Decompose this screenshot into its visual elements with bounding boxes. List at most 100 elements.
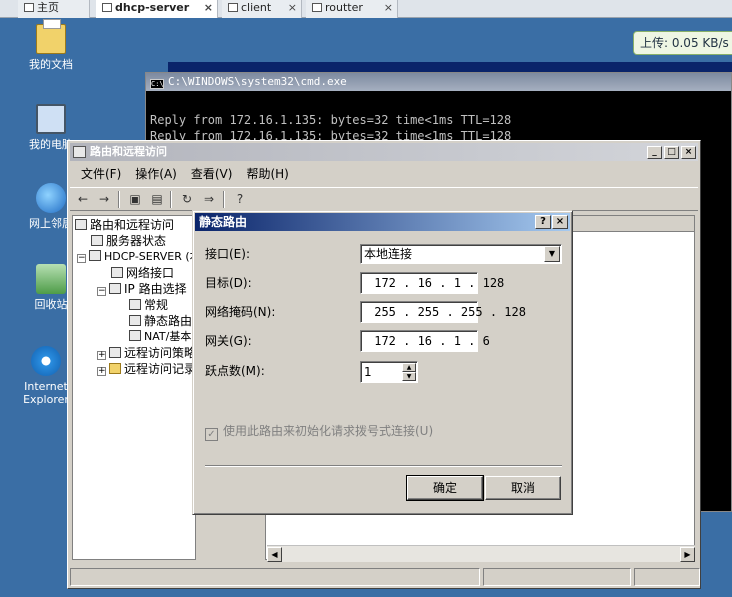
- minimize-button[interactable]: _: [647, 146, 662, 159]
- tree-node-remote-access-policies[interactable]: + 远程访问策略: [97, 346, 196, 360]
- rras-title-bar[interactable]: 路由和远程访问 _ □ ×: [70, 143, 698, 161]
- tab-label: routter: [325, 1, 363, 14]
- tree-node-label: 网络接口: [126, 266, 175, 280]
- menu-view[interactable]: 查看(V): [184, 165, 240, 183]
- tree-node-server-status[interactable]: 服务器状态: [91, 234, 166, 248]
- my-documents-icon: [36, 19, 66, 54]
- expand-icon[interactable]: +: [97, 367, 106, 376]
- tree-node-label: 常规: [144, 298, 169, 312]
- up-folder-icon[interactable]: ▣: [126, 191, 144, 208]
- show-tree-icon[interactable]: ▤: [148, 191, 166, 208]
- spin-up-icon[interactable]: ▲: [402, 363, 416, 372]
- ok-button[interactable]: 确定: [406, 475, 484, 501]
- tab-bar: 主页 dhcp-server × client × routter ×: [0, 0, 732, 18]
- netmask-ip-field[interactable]: 255 . 255 . 255 . 128: [360, 301, 526, 323]
- cmd-output: Reply from 172.16.1.135: bytes=32 time<1…: [146, 91, 731, 144]
- divider: [205, 465, 562, 467]
- tab-client[interactable]: client ×: [222, 0, 302, 18]
- demand-dial-checkbox: ✓ 使用此路由来初始化请求拨号式连接(U): [205, 424, 433, 441]
- tree-node-label: 远程访问记录: [124, 362, 196, 376]
- tree-node-nat[interactable]: NAT/基本: [129, 330, 191, 344]
- maximize-button[interactable]: □: [664, 146, 679, 159]
- tab-label: 主页: [37, 1, 59, 14]
- interface-select[interactable]: 本地连接 ▼: [360, 244, 562, 264]
- metric-value: 1: [364, 365, 372, 379]
- close-button[interactable]: ×: [681, 146, 696, 159]
- collapse-icon[interactable]: −: [77, 254, 86, 263]
- upload-speed-indicator: 上传: 0.05 KB/s: [633, 31, 732, 55]
- desktop-icon-label: 我的文档: [29, 58, 73, 71]
- scroll-right-icon[interactable]: ▶: [680, 547, 695, 562]
- tree-node-remote-access-logging[interactable]: + 远程访问记录: [97, 362, 196, 376]
- collapse-icon[interactable]: −: [97, 287, 106, 296]
- tree-node-label: NAT/基本: [144, 330, 192, 343]
- toolbar-separator: [118, 191, 120, 208]
- tree-node-network-interfaces[interactable]: 网络接口: [111, 266, 174, 280]
- status-pane: [483, 568, 631, 586]
- horizontal-scrollbar[interactable]: ◀ ▶: [267, 545, 695, 562]
- interface-value: 本地连接: [364, 247, 413, 261]
- back-arrow-icon[interactable]: ←: [74, 191, 92, 208]
- close-icon[interactable]: ×: [204, 0, 213, 16]
- status-bar: [70, 568, 700, 586]
- network-icon: [129, 299, 141, 310]
- dialog-title: 静态路由: [199, 215, 248, 229]
- network-icon: [129, 315, 141, 326]
- chevron-down-icon[interactable]: ▼: [544, 246, 560, 262]
- refresh-icon[interactable]: ↻: [178, 191, 196, 208]
- export-list-icon[interactable]: ⇒: [200, 191, 218, 208]
- tree-node-general[interactable]: 常规: [129, 298, 168, 312]
- spin-down-icon[interactable]: ▼: [402, 372, 416, 381]
- tab-routter[interactable]: routter ×: [306, 0, 398, 18]
- forward-arrow-icon[interactable]: →: [95, 191, 113, 208]
- scroll-left-icon[interactable]: ◀: [267, 547, 282, 562]
- menu-file[interactable]: 文件(F): [74, 165, 128, 183]
- desktop-icon-my-documents[interactable]: 我的文档: [21, 19, 81, 71]
- server-icon: [91, 235, 103, 246]
- menu-action[interactable]: 操作(A): [128, 165, 184, 183]
- policy-icon: [109, 347, 121, 358]
- close-icon[interactable]: ×: [288, 0, 297, 16]
- tree-node-hdcp-server[interactable]: − HDCP-SERVER (本: [77, 250, 196, 264]
- tree-node-label: HDCP-SERVER (本: [104, 250, 196, 263]
- metric-label: 跃点数(M):: [205, 364, 265, 378]
- tab-label: client: [241, 1, 272, 14]
- menu-help[interactable]: 帮助(H): [239, 165, 295, 183]
- tree-node-label: 远程访问策略: [124, 346, 196, 360]
- vm-icon: [228, 3, 238, 12]
- tab-home[interactable]: 主页: [18, 0, 90, 18]
- rras-icon: [75, 219, 87, 230]
- network-icon: [109, 283, 121, 294]
- target-ip-field[interactable]: 172 . 16 . 1 . 128: [360, 272, 504, 294]
- network-icon: [111, 267, 123, 278]
- status-pane: [634, 568, 700, 586]
- tree-node-label: 服务器状态: [106, 234, 167, 248]
- cmd-title-bar[interactable]: C:\ C:\WINDOWS\system32\cmd.exe: [146, 73, 731, 91]
- tab-dhcp-server[interactable]: dhcp-server ×: [96, 0, 218, 18]
- interface-label: 接口(E):: [205, 247, 250, 261]
- static-route-dialog[interactable]: 静态路由 ? × 接口(E): 本地连接 ▼ 目标(D): 172 . 16 .…: [192, 210, 573, 515]
- internet-explorer-icon: [31, 346, 61, 376]
- tree-node-label: 静态路由: [144, 314, 193, 328]
- tree-node-label: 路由和远程访问: [90, 218, 175, 232]
- desktop-icon-internet-explorer[interactable]: Internet Explorer: [21, 346, 71, 406]
- cancel-button[interactable]: 取消: [485, 476, 561, 500]
- metric-stepper[interactable]: 1 ▲ ▼: [360, 361, 418, 383]
- close-icon[interactable]: ×: [384, 0, 393, 16]
- tree-node-rras-root[interactable]: 路由和远程访问: [75, 218, 174, 232]
- help-button[interactable]: ?: [535, 215, 551, 229]
- checkbox-label: 使用此路由来初始化请求拨号式连接(U): [223, 424, 434, 438]
- gateway-ip-field[interactable]: 172 . 16 . 1 . 6: [360, 330, 490, 352]
- dialog-title-bar[interactable]: 静态路由 ? ×: [195, 213, 570, 231]
- expand-icon[interactable]: +: [97, 351, 106, 360]
- tree-node-ip-routing[interactable]: − IP 路由选择: [97, 282, 187, 296]
- close-button[interactable]: ×: [552, 215, 568, 229]
- menu-bar: 文件(F) 操作(A) 查看(V) 帮助(H): [74, 165, 296, 183]
- server-icon: [89, 250, 101, 261]
- help-icon[interactable]: ?: [231, 191, 249, 208]
- desktop-icon-label: 回收站: [34, 298, 68, 311]
- console-tree: 路由和远程访问 服务器状态 − HDCP-SERVER (本 网络接口 − IP 路…: [72, 215, 196, 560]
- cmd-line: Reply from 172.16.1.135: bytes=32 time<1…: [150, 113, 512, 127]
- toolbar-separator: [223, 191, 225, 208]
- tree-node-static-routes[interactable]: 静态路由: [129, 314, 192, 328]
